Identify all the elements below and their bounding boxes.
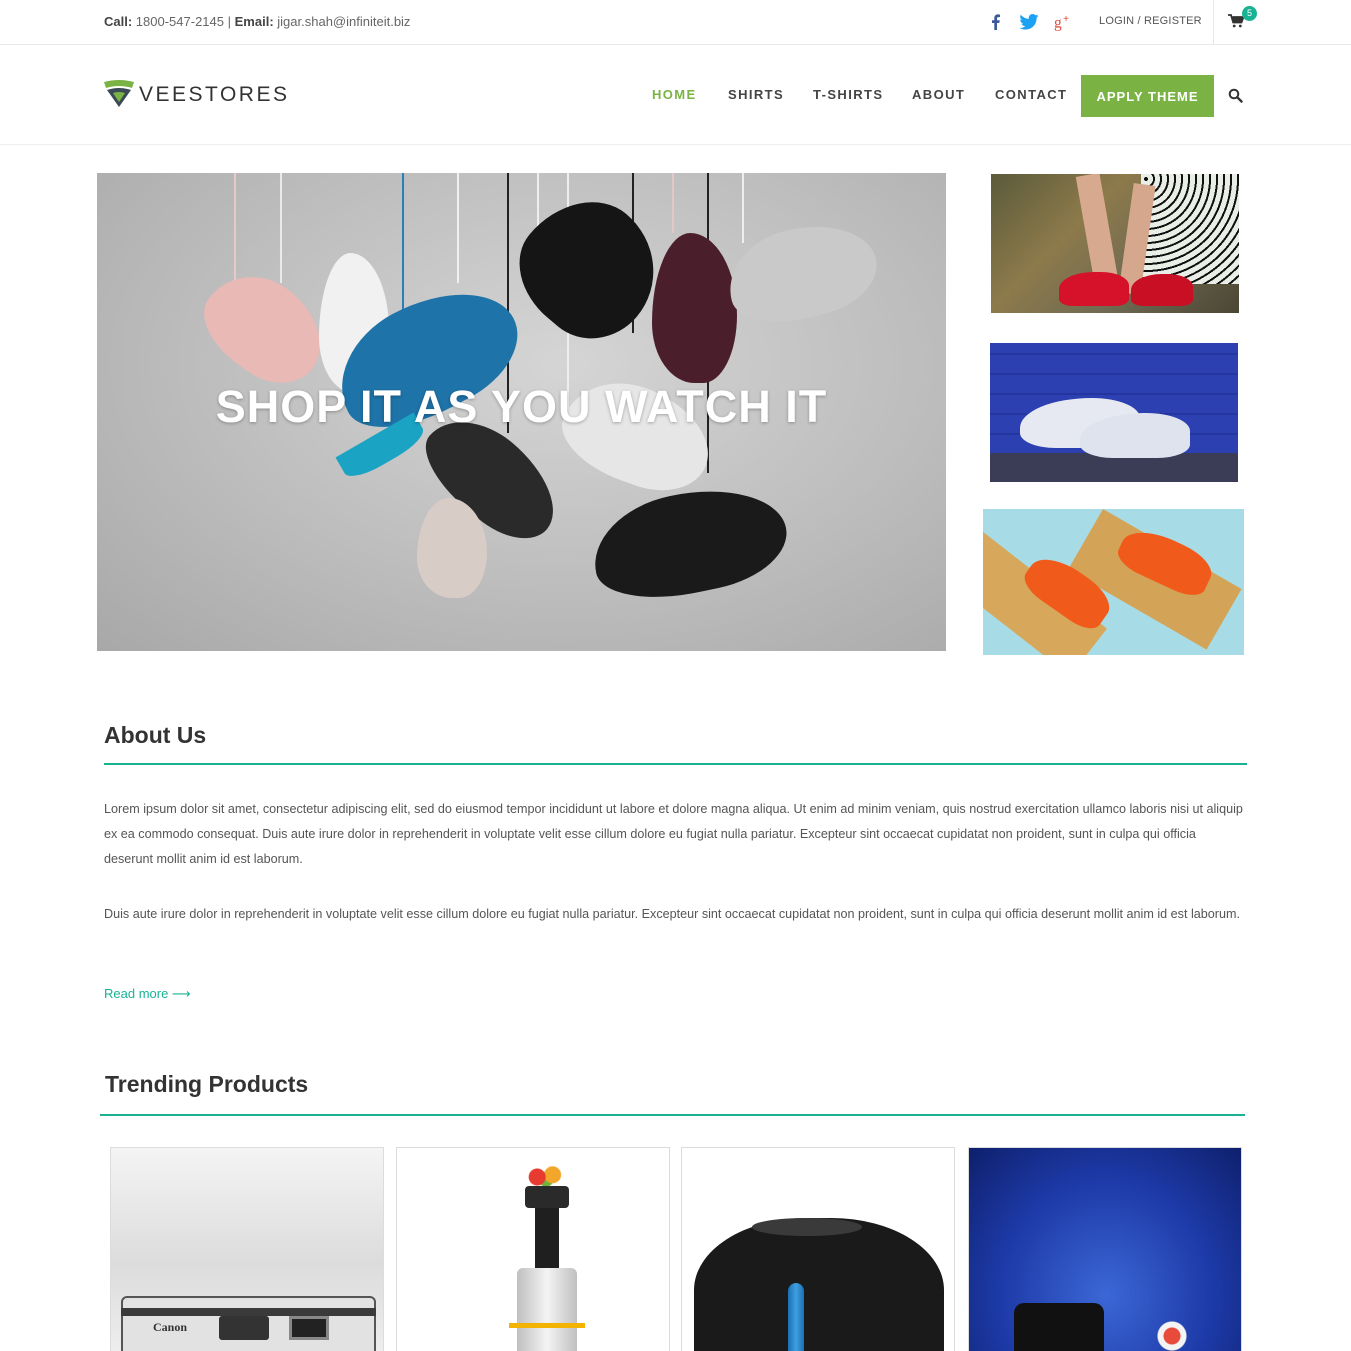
nav-contact[interactable]: CONTACT (995, 87, 1067, 102)
product-image-background (969, 1148, 1241, 1351)
shoelace (280, 173, 282, 283)
product-card-juicer[interactable] (396, 1147, 670, 1351)
product-card-bottle[interactable] (968, 1147, 1242, 1351)
contact-separator: | (227, 14, 232, 29)
juicer-hopper (525, 1186, 569, 1208)
camera-brand-label: Canon (153, 1320, 188, 1334)
shoelace (457, 173, 459, 283)
white-runners-thumbnail[interactable] (990, 343, 1238, 482)
trending-title: Trending Products (105, 1071, 309, 1097)
svg-text:+: + (1063, 14, 1069, 25)
red-heel (1059, 272, 1129, 306)
nav-home[interactable]: HOME (652, 87, 697, 102)
hero-banner-image[interactable]: SHOP IT AS YOU WATCH IT (97, 173, 946, 651)
burgundy-sneaker (652, 233, 737, 383)
top-bar: Call: 1800-547-2145 | Email: jigar.shah@… (0, 0, 1351, 45)
hero-headline: SHOP IT AS YOU WATCH IT (215, 381, 828, 432)
red-heels-thumbnail[interactable] (991, 174, 1239, 313)
cart-count-badge: 5 (1242, 6, 1257, 21)
login-register-link[interactable]: LOGIN / REGISTER (1099, 15, 1202, 27)
topbar-divider (1213, 0, 1214, 44)
search-icon[interactable] (1228, 88, 1243, 103)
nav-shirts[interactable]: SHIRTS (728, 87, 784, 102)
camera-stripe (121, 1308, 376, 1316)
email-label: Email: (234, 14, 274, 29)
red-heel (1131, 274, 1193, 306)
about-title: About Us (104, 722, 207, 748)
product-card-camera[interactable]: Canon (110, 1147, 384, 1351)
nav-t-shirts[interactable]: T-SHIRTS (813, 87, 883, 102)
shoelace (742, 173, 744, 243)
camera-viewfinder (219, 1316, 269, 1340)
camera-window (289, 1316, 329, 1340)
shoelace (402, 173, 404, 323)
call-label: Call: (104, 14, 133, 29)
twitter-icon[interactable] (1019, 11, 1039, 33)
kettle-body (694, 1218, 944, 1351)
logo-icon[interactable] (104, 80, 134, 108)
black-bottle (1014, 1303, 1104, 1351)
facebook-icon[interactable] (985, 11, 1005, 33)
kettle-lid (752, 1218, 862, 1236)
about-paragraph-1: Lorem ipsum dolor sit amet, consectetur … (104, 802, 1243, 866)
google-plus-icon[interactable]: g + (1054, 11, 1074, 33)
about-paragraph-2: Duis aute irure dolor in reprehenderit i… (104, 907, 1240, 921)
black-leather-sneaker (583, 473, 796, 613)
juicer-body (517, 1268, 577, 1351)
phone-number[interactable]: 1800-547-2145 (136, 14, 224, 29)
apply-theme-button[interactable]: APPLY THEME (1081, 75, 1214, 117)
site-logo[interactable]: VEESTORES (139, 83, 290, 107)
email-address[interactable]: jigar.shah@infiniteit.biz (277, 14, 410, 29)
shoelace (672, 173, 674, 233)
svg-text:g: g (1054, 14, 1062, 31)
about-divider (104, 763, 1247, 765)
juicer-neck (535, 1208, 559, 1268)
polka-dot-dress (1141, 174, 1239, 284)
read-more-link[interactable]: Read more ⟶ (104, 986, 191, 1002)
figurine (1157, 1316, 1187, 1351)
contact-info: Call: 1800-547-2145 | Email: jigar.shah@… (104, 14, 410, 29)
main-header: VEESTORES HOME SHIRTS T-SHIRTS ABOUT CON… (0, 45, 1351, 145)
fruit-top (524, 1166, 568, 1188)
nav-about[interactable]: ABOUT (912, 87, 965, 102)
trending-divider (100, 1114, 1245, 1116)
orange-sneakers-thumbnail[interactable] (983, 509, 1244, 655)
juicer-band (509, 1323, 585, 1328)
kettle-water-window (788, 1283, 804, 1351)
product-card-kettle[interactable] (681, 1147, 955, 1351)
